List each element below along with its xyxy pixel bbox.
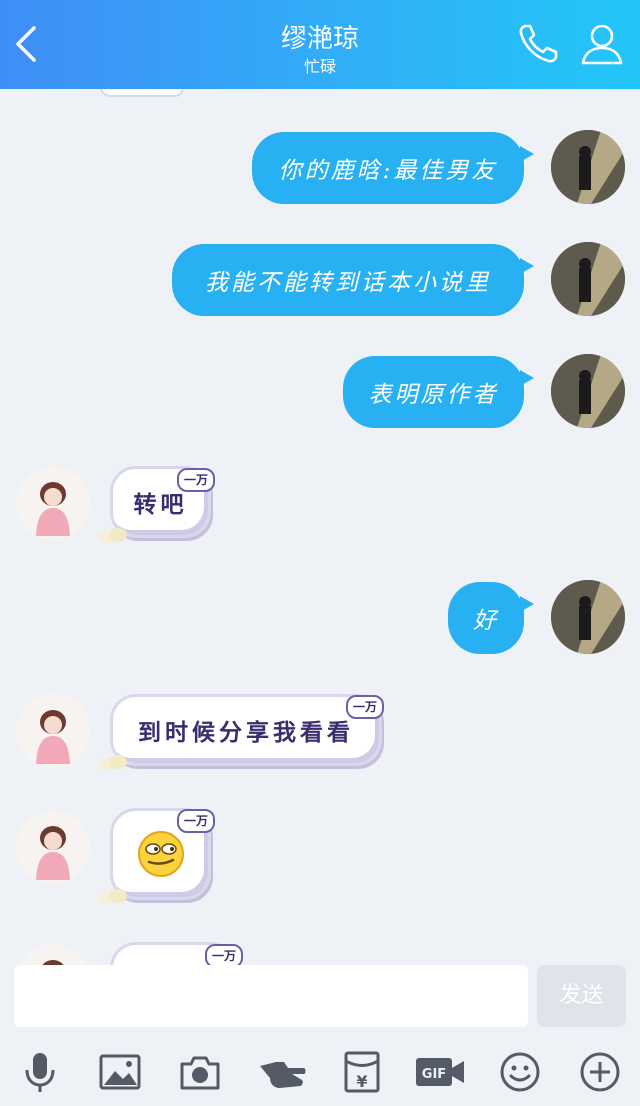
microphone-icon[interactable] [18,1050,62,1094]
badge-label: 一万 [346,695,384,719]
svg-text:GIF: GIF [422,1067,446,1082]
contact-avatar[interactable] [16,466,90,540]
contact-avatar[interactable] [16,694,90,768]
message-text: 转吧 [133,492,188,518]
toolbar: ¥ GIF [0,1035,640,1106]
my-avatar[interactable] [551,580,625,654]
badge-label: 一万 [205,944,243,965]
outgoing-message-bubble[interactable]: 表明原作者 [343,356,534,428]
send-button[interactable]: 发送 [537,965,626,1027]
cloud-decoration-icon [98,889,127,904]
person-icon[interactable] [578,20,626,68]
contact-avatar[interactable] [16,944,90,965]
my-avatar[interactable] [551,130,625,204]
contact-avatar[interactable] [16,810,90,884]
cloud-decoration-icon [98,755,127,770]
emoji-icon[interactable] [498,1050,542,1094]
camera-icon[interactable] [178,1050,222,1094]
my-avatar[interactable] [551,242,625,316]
smirk-emoji-icon [137,831,184,877]
incoming-message-bubble[interactable]: 到时候分享我看看 [110,694,382,766]
outgoing-message-bubble[interactable]: 好 [448,582,534,654]
gif-icon[interactable]: GIF [414,1050,466,1094]
outgoing-message-bubble[interactable]: 你的鹿晗:最佳男友 [252,132,534,204]
message-input[interactable] [14,965,528,1027]
image-icon[interactable] [98,1050,142,1094]
badge-label: 一万 [177,468,215,492]
my-avatar[interactable] [551,354,625,428]
outgoing-message-bubble[interactable]: 我能不能转到话本小说里 [172,244,534,316]
poke-hand-icon[interactable] [258,1050,308,1094]
plus-icon[interactable] [578,1050,622,1094]
red-packet-icon[interactable]: ¥ [340,1050,384,1094]
partial-bubble-top [100,89,184,97]
message-text: 到时候分享我看看 [138,720,354,746]
cloud-decoration-icon [98,528,127,543]
message-list[interactable]: 你的鹿晗:最佳男友 我能不能转到话本小说里 表明原作者 转吧 一万 好 到时候分… [0,89,640,965]
input-bar: 发送 [0,965,640,1035]
chat-header: 缪滟琼 忙碌 [0,0,640,89]
phone-icon[interactable] [514,20,562,68]
svg-text:¥: ¥ [356,1072,367,1091]
badge-label: 一万 [177,809,215,833]
